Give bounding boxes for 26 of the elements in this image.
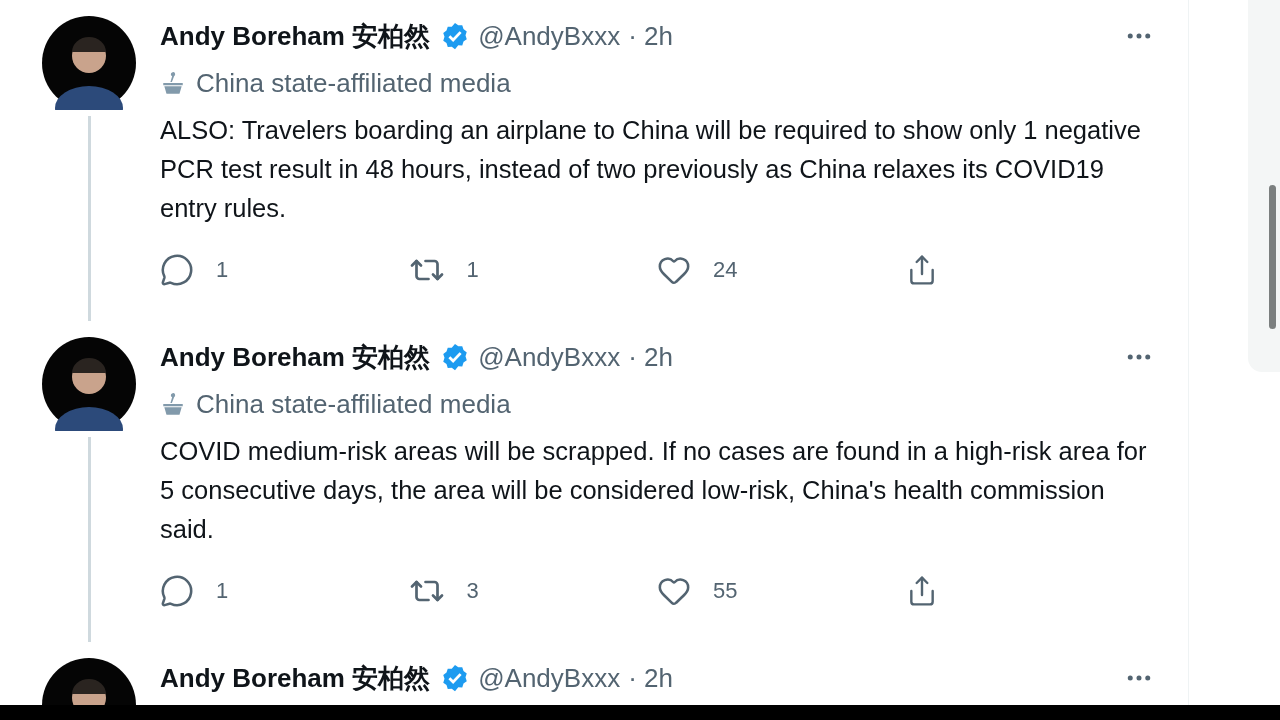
reply-count: 1 xyxy=(216,257,229,283)
reply-icon[interactable] xyxy=(160,253,194,287)
affiliation-label: China state-affiliated media xyxy=(196,388,511,420)
author-handle[interactable]: @AndyBxxx xyxy=(478,662,621,694)
author-handle[interactable]: @AndyBxxx xyxy=(478,341,621,373)
tweet-time[interactable]: · 2h xyxy=(628,662,673,694)
tweet-text: ALSO: Travelers boarding an airplane to China will be required to show only 1 negative PCR test result in 48 hours, instead of two previously as China relaxes its COVID19 entry rules. xyxy=(160,115,1142,224)
tweet-time[interactable]: · 2h xyxy=(628,341,673,373)
podium-icon xyxy=(160,391,186,417)
retweet-count: 1 xyxy=(466,257,479,283)
author-name[interactable]: Andy Boreham 安柏然 xyxy=(160,660,431,696)
reply-count: 1 xyxy=(216,578,229,604)
affiliation-label: China state-affiliated media xyxy=(196,67,511,99)
like-count: 55 xyxy=(713,578,738,604)
author-name[interactable]: Andy Boreham 安柏然 xyxy=(160,18,431,54)
author-handle[interactable]: @AndyBxxx xyxy=(478,20,621,52)
podium-icon xyxy=(160,70,186,96)
tweet-text: COVID medium-risk areas will be scrapped. If no cases are found in a high-risk area for 5 consecutive days, the area will be considered low-risk, China's health commission said. xyxy=(160,436,1148,545)
like-count: 24 xyxy=(713,257,738,283)
avatar[interactable] xyxy=(42,337,136,431)
author-name[interactable]: Andy Boreham 安柏然 xyxy=(160,339,431,375)
retweet-count: 3 xyxy=(466,578,479,604)
avatar[interactable] xyxy=(42,16,136,110)
tweet-time[interactable]: · 2h xyxy=(628,20,673,52)
scrollbar-thumb[interactable] xyxy=(1269,185,1276,329)
reply-icon[interactable] xyxy=(160,574,194,608)
